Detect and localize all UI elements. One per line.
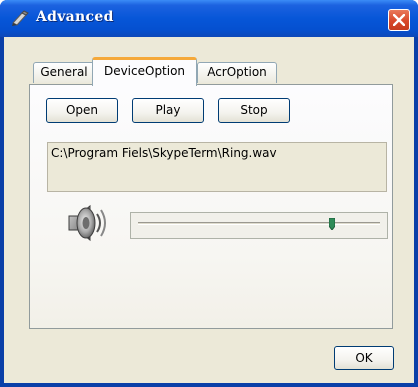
open-button[interactable]: Open — [46, 98, 118, 123]
title-bar[interactable]: Advanced — [0, 0, 418, 37]
tab-deviceoption[interactable]: DeviceOption — [92, 57, 197, 86]
close-icon — [393, 14, 405, 26]
window-title: Advanced — [36, 9, 114, 25]
pen-icon — [11, 10, 29, 26]
file-path-field[interactable]: C:\Program Fiels\SkypeTerm\Ring.wav — [47, 142, 387, 192]
volume-slider[interactable] — [130, 212, 388, 239]
slider-track — [138, 222, 380, 225]
close-button[interactable] — [388, 9, 410, 31]
advanced-dialog: Advanced General DeviceOption AcrOption … — [0, 0, 418, 387]
stop-button[interactable]: Stop — [218, 98, 290, 123]
speaker-icon — [66, 202, 108, 246]
play-button[interactable]: Play — [132, 98, 204, 123]
slider-thumb[interactable] — [328, 217, 336, 231]
tab-general[interactable]: General — [33, 62, 95, 83]
tab-acroption[interactable]: AcrOption — [197, 62, 277, 83]
ok-button[interactable]: OK — [334, 346, 394, 370]
